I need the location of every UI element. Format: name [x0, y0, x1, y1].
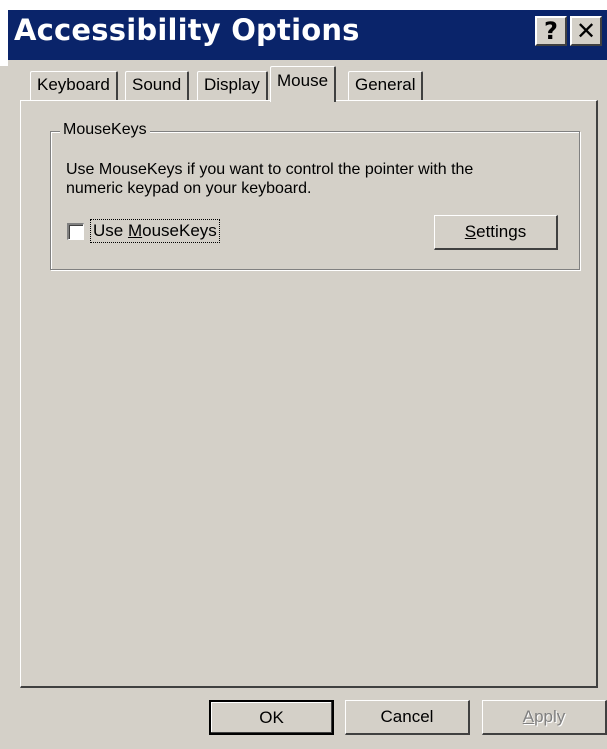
- settings-label-rest: ettings: [476, 222, 527, 241]
- apply-button[interactable]: Apply: [482, 700, 607, 735]
- mousekeys-group-title: MouseKeys: [60, 121, 150, 139]
- tab-label: General: [355, 75, 416, 94]
- close-icon: ✕: [575, 17, 597, 45]
- ok-label: OK: [259, 707, 284, 727]
- tab-label: Keyboard: [37, 75, 110, 94]
- label-prefix: Use: [93, 221, 128, 240]
- settings-button[interactable]: Settings: [434, 215, 558, 250]
- help-button[interactable]: ?: [535, 16, 567, 46]
- close-button[interactable]: ✕: [570, 16, 602, 46]
- use-mousekeys-label[interactable]: Use MouseKeys: [90, 219, 220, 243]
- tab-keyboard[interactable]: Keyboard: [30, 71, 118, 101]
- window-title: Accessibility Options: [14, 13, 360, 47]
- title-bar[interactable]: Accessibility Options ? ✕: [0, 0, 607, 66]
- label-accelerator: M: [127, 221, 143, 240]
- tab-display[interactable]: Display: [197, 71, 268, 101]
- description-line: Use MouseKeys if you want to control the…: [66, 161, 474, 178]
- settings-accelerator: S: [464, 222, 477, 241]
- accessibility-options-window: Accessibility Options ? ✕ Keyboard Sound…: [0, 0, 607, 749]
- ok-button[interactable]: OK: [209, 700, 334, 735]
- description-line: numeric keypad on your keyboard.: [66, 180, 312, 197]
- cancel-label: Cancel: [380, 707, 434, 726]
- label-rest: ouseKeys: [142, 221, 217, 240]
- cancel-button[interactable]: Cancel: [345, 700, 470, 735]
- tab-sound[interactable]: Sound: [125, 71, 190, 101]
- apply-label-rest: pply: [534, 707, 566, 726]
- tab-label: Sound: [132, 75, 182, 94]
- tab-label: Display: [204, 75, 260, 94]
- apply-accelerator: A: [522, 707, 535, 726]
- help-icon: ?: [544, 17, 558, 45]
- tab-label: Mouse: [277, 71, 329, 90]
- tab-general[interactable]: General: [348, 71, 424, 101]
- mousekeys-description: Use MouseKeys if you want to control the…: [66, 160, 566, 198]
- tab-mouse[interactable]: Mouse: [270, 66, 337, 102]
- use-mousekeys-checkbox[interactable]: [67, 223, 84, 240]
